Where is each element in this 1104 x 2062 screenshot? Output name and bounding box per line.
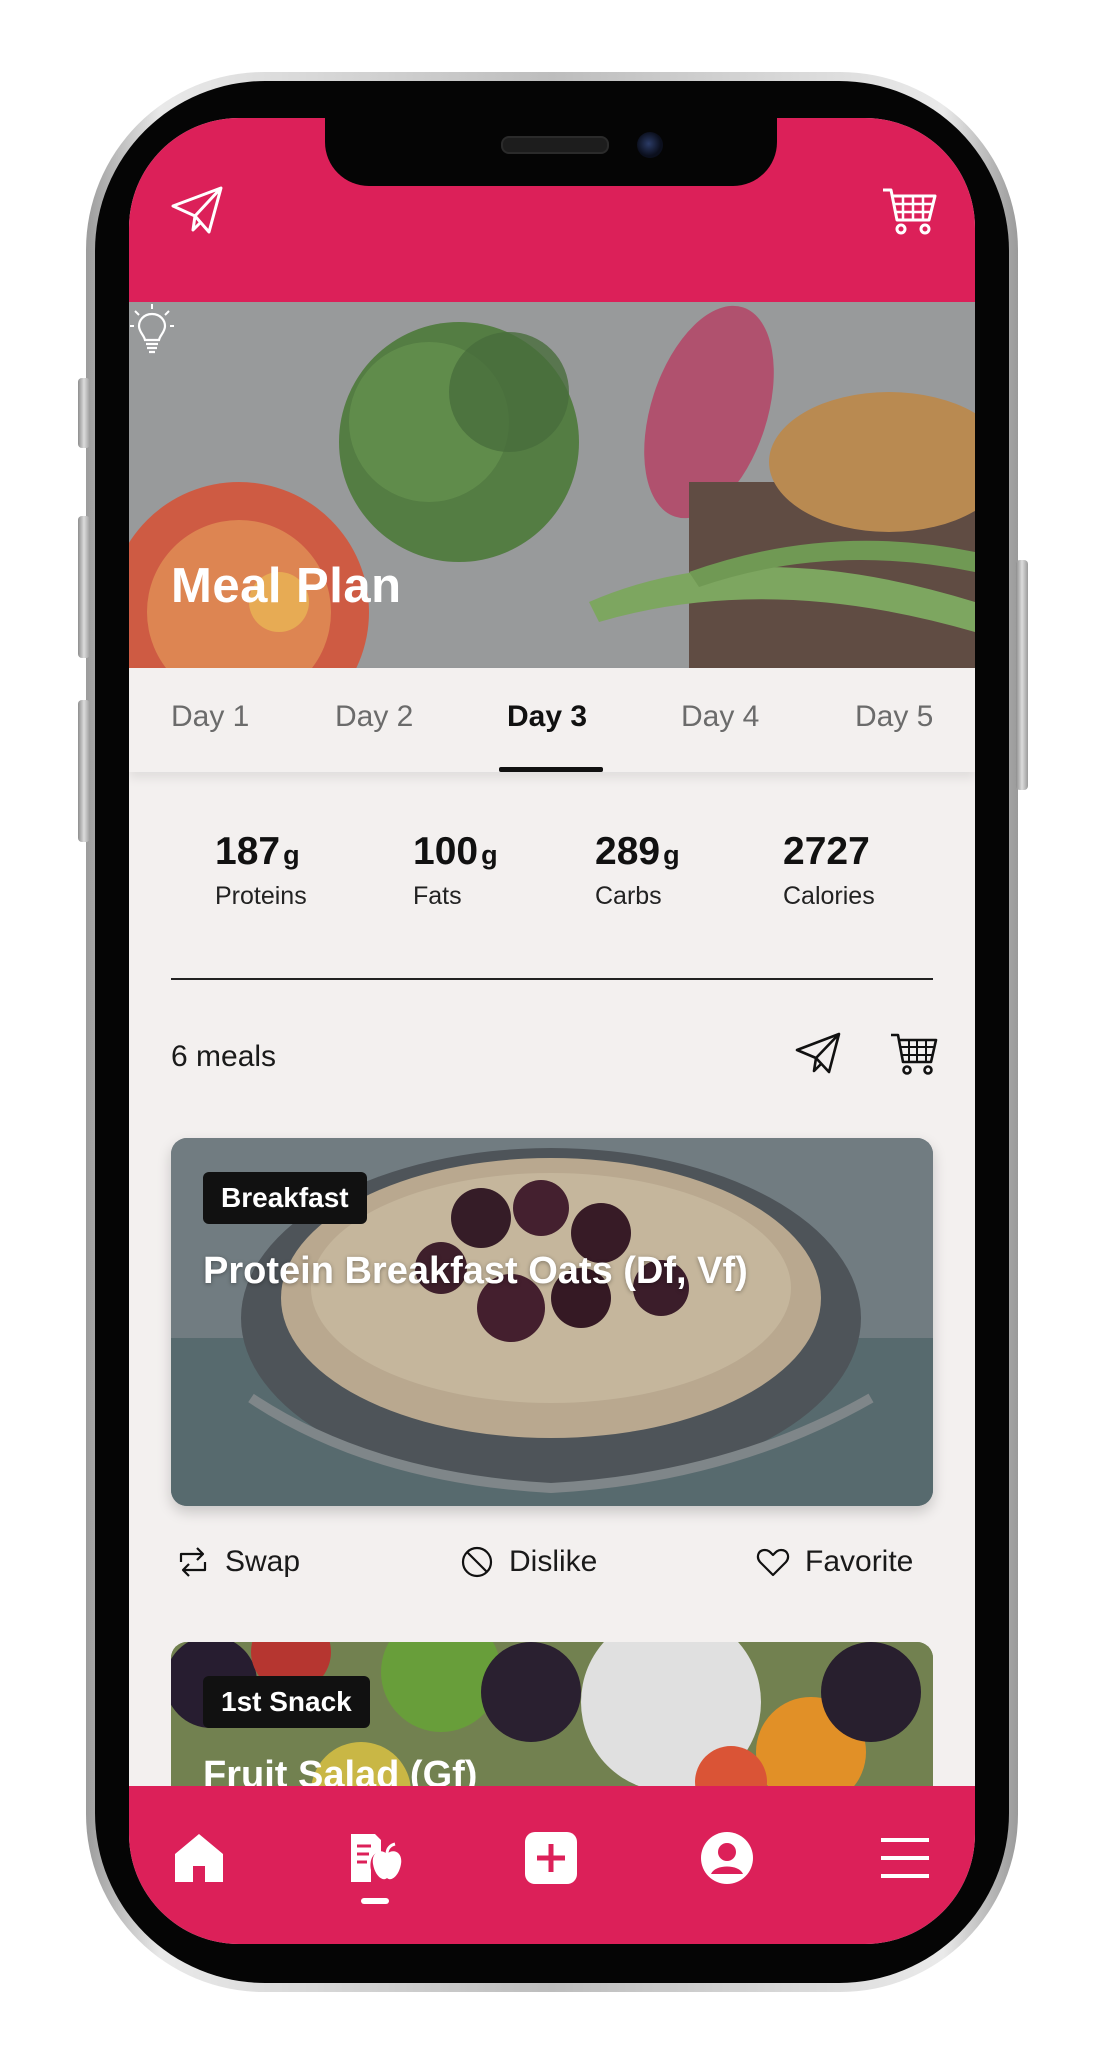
page-title: Meal Plan (171, 559, 402, 613)
tab-day-1[interactable]: Day 1 (171, 700, 249, 734)
macro-value: 2727 (783, 830, 870, 873)
divider (171, 978, 933, 980)
heart-icon (756, 1548, 790, 1577)
shopping-cart-icon[interactable] (881, 182, 937, 238)
active-tab-indicator (499, 767, 603, 772)
swap-icon (179, 1547, 207, 1577)
home-icon[interactable] (171, 1830, 227, 1886)
block-icon (461, 1546, 493, 1578)
macro-value: 100 (413, 830, 479, 873)
macro-label: Calories (783, 882, 875, 910)
meal-type-badge: 1st Snack (203, 1676, 370, 1728)
macro-unit: g (481, 840, 498, 870)
favorite-label: Favorite (805, 1545, 914, 1578)
macro-label: Fats (413, 882, 462, 910)
notch (325, 118, 777, 186)
bottom-navigation (129, 1786, 975, 1944)
meal-title: Protein Breakfast Oats (Df, Vf) (203, 1250, 748, 1292)
hamburger-menu-icon[interactable] (877, 1830, 933, 1886)
lightbulb-icon[interactable] (129, 302, 175, 356)
macro-unit: g (283, 840, 300, 870)
macro-proteins: 187 g Proteins (215, 830, 307, 911)
tab-day-2[interactable]: Day 2 (335, 700, 413, 734)
macro-unit: g (663, 840, 680, 870)
front-camera (637, 132, 663, 158)
shopping-cart-icon[interactable] (889, 1028, 939, 1078)
macro-fats: 100 g Fats (413, 830, 498, 911)
favorite-button[interactable]: Favorite (755, 1542, 913, 1582)
paper-plane-icon[interactable] (793, 1028, 843, 1078)
swap-label: Swap (225, 1545, 301, 1578)
day-tabs: Day 1 Day 2 Day 3 Day 4 Day 5 (129, 668, 975, 772)
phone-side-button (1016, 560, 1028, 790)
meal-plan-icon[interactable] (347, 1830, 403, 1886)
paper-plane-icon[interactable] (169, 182, 225, 238)
dislike-button[interactable]: Dislike (459, 1542, 597, 1582)
meal-type-badge: Breakfast (203, 1172, 367, 1224)
macro-label: Carbs (595, 882, 662, 910)
active-nav-indicator (361, 1898, 389, 1904)
tab-day-4[interactable]: Day 4 (681, 700, 759, 734)
dislike-label: Dislike (509, 1545, 598, 1578)
user-circle-icon[interactable] (699, 1830, 755, 1886)
tab-day-3[interactable]: Day 3 (507, 700, 587, 734)
phone-side-button (78, 378, 90, 448)
meal-card[interactable]: Breakfast Protein Breakfast Oats (Df, Vf… (171, 1138, 933, 1506)
macro-carbs: 289 g Carbs (595, 830, 680, 911)
meals-count: 6 meals (171, 1040, 277, 1073)
speaker (501, 136, 609, 154)
hero-banner: Meal Plan (129, 302, 975, 668)
macro-value: 289 (595, 830, 661, 873)
app-screen: Meal Plan Day 1 Day 2 Day 3 Day 4 Day 5 … (129, 118, 975, 1944)
swap-button[interactable]: Swap (175, 1542, 300, 1582)
plus-square-icon[interactable] (523, 1830, 579, 1886)
tab-day-5[interactable]: Day 5 (855, 700, 933, 734)
macro-label: Proteins (215, 882, 307, 910)
phone-side-button (78, 516, 90, 658)
macro-value: 187 (215, 830, 281, 873)
macro-calories: 2727 Calories (783, 830, 875, 911)
phone-side-button (78, 700, 90, 842)
